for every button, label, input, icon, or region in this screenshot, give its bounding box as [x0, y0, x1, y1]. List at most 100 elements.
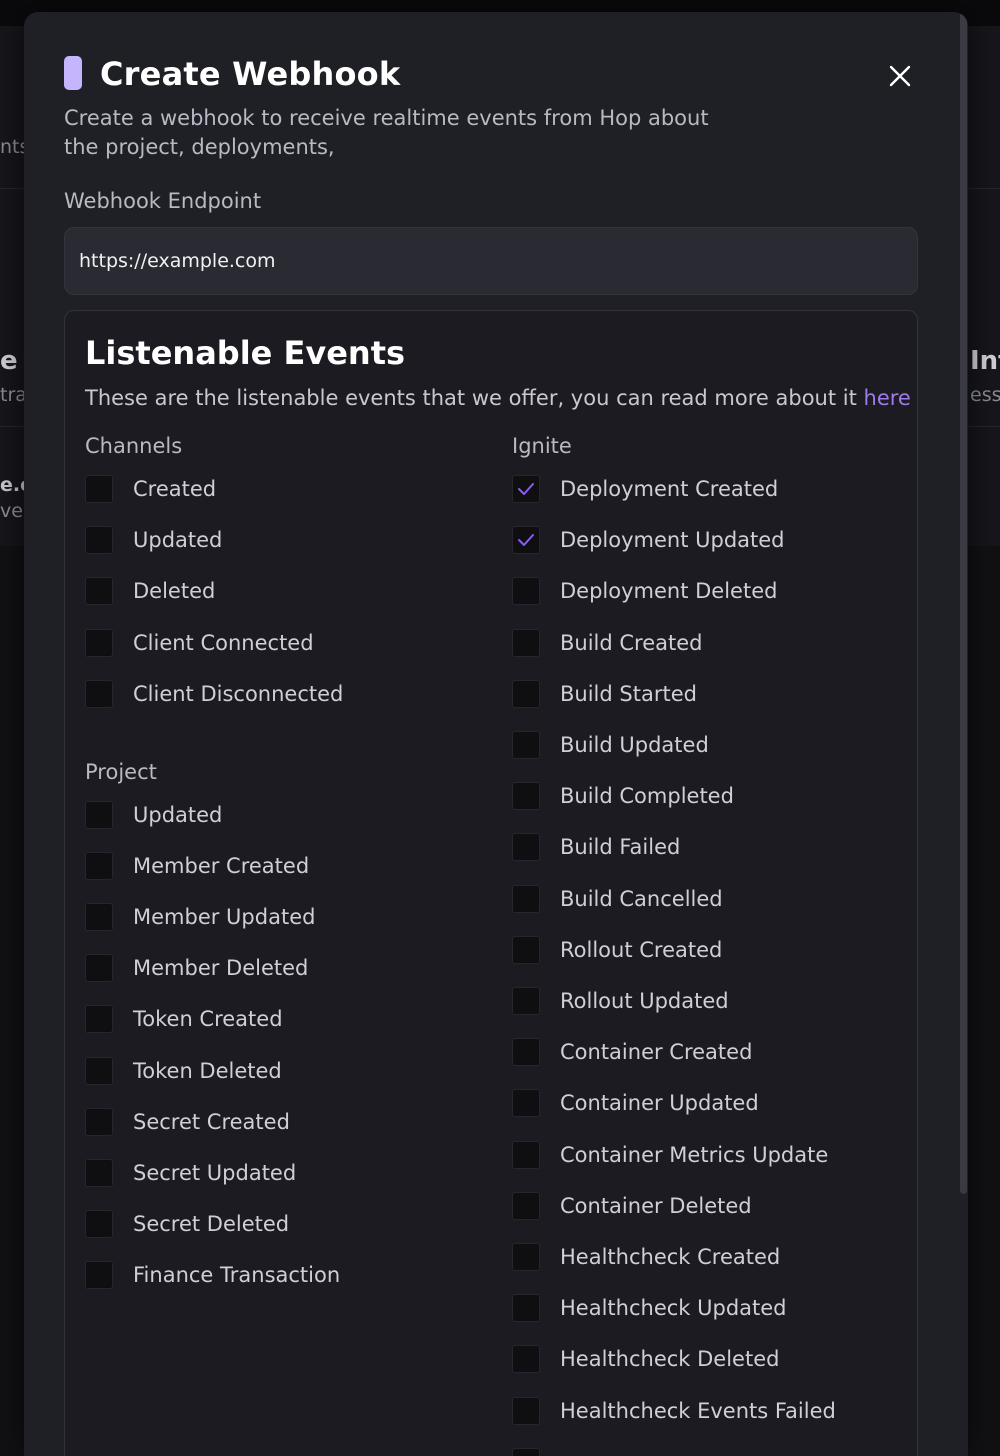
- event-ignite-rollout-created[interactable]: Rollout Created: [512, 932, 722, 968]
- events-description-text: These are the listenable events that we …: [85, 386, 857, 410]
- event-checkbox[interactable]: [512, 1448, 540, 1456]
- event-ignite-deployment-updated[interactable]: Deployment Updated: [512, 522, 785, 558]
- event-ignite-deployment-deleted[interactable]: Deployment Deleted: [512, 573, 777, 609]
- event-project-token-deleted[interactable]: Token Deleted: [85, 1053, 282, 1089]
- event-checkbox[interactable]: [512, 885, 540, 913]
- event-project-member-updated[interactable]: Member Updated: [85, 899, 315, 935]
- event-project-secret-updated[interactable]: Secret Updated: [85, 1155, 296, 1191]
- event-ignite-container-updated[interactable]: Container Updated: [512, 1085, 759, 1121]
- event-checkbox[interactable]: [512, 1141, 540, 1169]
- event-checkbox[interactable]: [512, 731, 540, 759]
- event-checkbox[interactable]: [85, 801, 113, 829]
- event-ignite-container-metrics-update[interactable]: Container Metrics Update: [512, 1137, 828, 1173]
- event-checkbox[interactable]: [85, 577, 113, 605]
- event-ignite-build-started[interactable]: Build Started: [512, 676, 697, 712]
- modal-scrollbar-thumb[interactable]: [960, 12, 967, 1194]
- background-divider: [968, 426, 1000, 427]
- event-project-finance-transaction[interactable]: Finance Transaction: [85, 1257, 340, 1293]
- event-checkbox[interactable]: [512, 1038, 540, 1066]
- event-ignite-build-completed[interactable]: Build Completed: [512, 778, 734, 814]
- event-checkbox[interactable]: [512, 782, 540, 810]
- event-label: Container Metrics Update: [560, 1143, 829, 1167]
- event-label: Container Created: [560, 1040, 753, 1064]
- event-label: Container Updated: [560, 1091, 759, 1115]
- event-checkbox[interactable]: [85, 1261, 113, 1289]
- webhook-endpoint-input[interactable]: [64, 227, 918, 295]
- event-channels-client-disconnected[interactable]: Client Disconnected: [85, 676, 343, 712]
- event-checkbox[interactable]: [85, 526, 113, 554]
- event-channels-created[interactable]: Created: [85, 471, 216, 507]
- event-ignite-build-created[interactable]: Build Created: [512, 625, 703, 661]
- event-checkbox[interactable]: [512, 1345, 540, 1373]
- event-checkbox[interactable]: [85, 629, 113, 657]
- event-checkbox[interactable]: [85, 680, 113, 708]
- event-project-member-deleted[interactable]: Member Deleted: [85, 950, 308, 986]
- create-webhook-modal: Create Webhook Create a webhook to recei…: [24, 12, 968, 1456]
- event-channels-updated[interactable]: Updated: [85, 522, 222, 558]
- event-checkbox[interactable]: [512, 1294, 540, 1322]
- event-label: Updated: [133, 528, 223, 552]
- event-checkbox[interactable]: [512, 475, 540, 503]
- event-checkbox[interactable]: [512, 1089, 540, 1117]
- event-checkbox[interactable]: [85, 1005, 113, 1033]
- close-button[interactable]: [882, 58, 918, 94]
- event-checkbox[interactable]: [512, 1397, 540, 1425]
- event-ignite-container-deleted[interactable]: Container Deleted: [512, 1188, 752, 1224]
- events-docs-link[interactable]: here: [864, 386, 911, 410]
- event-label: Created: [133, 477, 217, 501]
- event-ignite-container-created[interactable]: Container Created: [512, 1034, 752, 1070]
- webhook-endpoint-label: Webhook Endpoint: [64, 189, 262, 213]
- event-checkbox[interactable]: [512, 629, 540, 657]
- event-checkbox[interactable]: [512, 680, 540, 708]
- event-checkbox[interactable]: [512, 936, 540, 964]
- event-channels-client-connected[interactable]: Client Connected: [85, 625, 314, 661]
- event-ignite-healthcheck-created[interactable]: Healthcheck Created: [512, 1239, 780, 1275]
- event-checkbox[interactable]: [512, 833, 540, 861]
- event-project-token-created[interactable]: Token Created: [85, 1001, 283, 1037]
- event-label: Container Deleted: [560, 1194, 752, 1218]
- event-checkbox[interactable]: [512, 526, 540, 554]
- event-checkbox[interactable]: [85, 475, 113, 503]
- event-checkbox[interactable]: [85, 1057, 113, 1085]
- event-channels-deleted[interactable]: Deleted: [85, 573, 215, 609]
- close-icon: [889, 65, 911, 87]
- event-label: Build Cancelled: [560, 887, 723, 911]
- event-ignite-build-updated[interactable]: Build Updated: [512, 727, 709, 763]
- event-label: Secret Deleted: [133, 1212, 290, 1236]
- events-description: These are the listenable events that we …: [85, 383, 911, 413]
- event-checkbox[interactable]: [512, 1243, 540, 1271]
- event-project-secret-created[interactable]: Secret Created: [85, 1104, 290, 1140]
- event-label: Deployment Deleted: [560, 579, 778, 603]
- event-label: Secret Updated: [133, 1161, 297, 1185]
- event-checkbox[interactable]: [85, 1108, 113, 1136]
- listenable-events-card: Listenable Events These are the listenab…: [64, 310, 918, 1456]
- event-ignite-healthcheck-events-failed[interactable]: Healthcheck Events Failed: [512, 1393, 836, 1429]
- event-checkbox[interactable]: [85, 954, 113, 982]
- event-label: Member Updated: [133, 905, 316, 929]
- event-ignite-deployment-created[interactable]: Deployment Created: [512, 471, 778, 507]
- event-ignite-rollout-updated[interactable]: Rollout Updated: [512, 983, 729, 1019]
- group-heading-project: Project: [85, 760, 157, 784]
- event-ignite-healthcheck-deleted[interactable]: Healthcheck Deleted: [512, 1341, 779, 1377]
- event-project-member-created[interactable]: Member Created: [85, 848, 309, 884]
- event-label: Rollout Created: [560, 938, 723, 962]
- event-checkbox[interactable]: [85, 852, 113, 880]
- event-ignite-more[interactable]: [512, 1444, 560, 1456]
- event-project-updated[interactable]: Updated: [85, 797, 222, 833]
- event-label: Rollout Updated: [560, 989, 729, 1013]
- event-label: Finance Transaction: [133, 1263, 341, 1287]
- event-checkbox[interactable]: [512, 577, 540, 605]
- event-checkbox[interactable]: [85, 903, 113, 931]
- event-checkbox[interactable]: [85, 1159, 113, 1187]
- event-ignite-build-failed[interactable]: Build Failed: [512, 829, 680, 865]
- event-ignite-healthcheck-updated[interactable]: Healthcheck Updated: [512, 1290, 787, 1326]
- event-label: Deployment Updated: [560, 528, 785, 552]
- checkmark-icon: [518, 483, 534, 495]
- event-project-secret-deleted[interactable]: Secret Deleted: [85, 1206, 289, 1242]
- event-label: Deployment Created: [560, 477, 779, 501]
- event-checkbox[interactable]: [85, 1210, 113, 1238]
- event-checkbox[interactable]: [512, 1192, 540, 1220]
- event-ignite-build-cancelled[interactable]: Build Cancelled: [512, 881, 723, 917]
- event-label: Healthcheck Created: [560, 1245, 781, 1269]
- event-checkbox[interactable]: [512, 987, 540, 1015]
